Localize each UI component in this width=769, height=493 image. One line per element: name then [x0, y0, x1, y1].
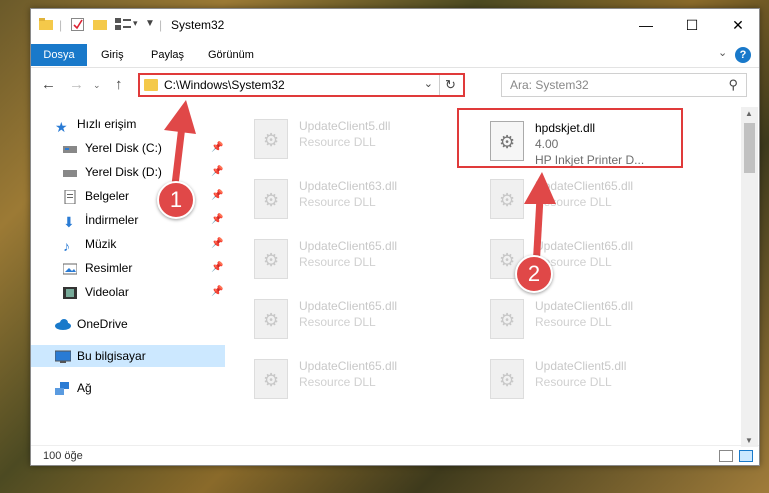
cloud-icon: [55, 317, 71, 331]
folder-icon: [39, 18, 53, 33]
tiles-view-icon[interactable]: [739, 450, 753, 462]
file-item[interactable]: UpdateClient65.dll Resource DLL: [226, 293, 446, 343]
dll-file-icon: [254, 239, 288, 279]
sidebar-item-music[interactable]: ♪ Müzik 📌: [31, 233, 225, 255]
ribbon-tabs: Dosya Giriş Paylaş Görünüm ⌄ ?: [31, 41, 759, 68]
explorer-window: | ▾ ▼ | System32 — ☐ ✕ Dosya Giriş Payla…: [30, 8, 760, 466]
minimize-button[interactable]: —: [623, 9, 669, 41]
scroll-down-icon[interactable]: ▼: [745, 436, 753, 445]
maximize-button[interactable]: ☐: [669, 9, 715, 41]
file-item[interactable]: UpdateClient65.dll Resource DLL: [226, 233, 446, 283]
highlight-box: [457, 108, 683, 168]
customize-qa-icon[interactable]: ▼: [145, 18, 155, 29]
expand-ribbon-icon[interactable]: ⌄: [718, 46, 727, 59]
chevron-down-icon[interactable]: ⌄: [424, 77, 433, 90]
details-view-icon[interactable]: [719, 450, 733, 462]
file-item[interactable]: UpdateClient63.dll Resource DLL: [226, 173, 446, 223]
view-icon[interactable]: [115, 18, 131, 33]
separator: |: [159, 18, 163, 32]
up-arrow-icon[interactable]: ↑: [115, 76, 123, 93]
search-placeholder: Ara: System32: [510, 78, 589, 92]
recent-locations-icon[interactable]: ⌄: [93, 80, 101, 91]
tab-file[interactable]: Dosya: [31, 44, 87, 66]
pictures-icon: [62, 261, 78, 275]
file-item[interactable]: UpdateClient5.dll Resource DLL: [226, 113, 446, 163]
file-item[interactable]: UpdateClient65.dll Resource DLL: [462, 233, 682, 283]
dll-file-icon: [490, 359, 524, 399]
network-icon: [55, 381, 69, 395]
file-item[interactable]: UpdateClient65.dll Resource DLL: [226, 353, 446, 403]
pin-icon[interactable]: 📌: [211, 257, 223, 279]
sidebar-item-pictures[interactable]: Resimler 📌: [31, 257, 225, 279]
new-folder-icon[interactable]: [93, 18, 107, 33]
annotation-badge-1: 1: [157, 181, 195, 219]
status-bar: 100 öğe: [31, 445, 759, 467]
dll-file-icon: [254, 179, 288, 219]
search-input[interactable]: Ara: System32 ⚲: [501, 73, 747, 97]
sidebar-item-onedrive[interactable]: OneDrive: [31, 313, 225, 335]
videos-icon: [63, 285, 77, 299]
vertical-scrollbar[interactable]: ▲ ▼: [741, 107, 758, 447]
properties-icon[interactable]: [71, 18, 84, 34]
tab-share[interactable]: Paylaş: [139, 44, 196, 66]
scroll-up-icon[interactable]: ▲: [745, 109, 753, 118]
dll-file-icon: [254, 299, 288, 339]
separator: |: [59, 18, 63, 32]
chevron-down-icon[interactable]: ▾: [133, 18, 138, 29]
refresh-button[interactable]: ↻: [439, 75, 461, 95]
item-count: 100 öğe: [43, 450, 83, 462]
download-icon: ⬇: [63, 214, 75, 230]
file-item[interactable]: UpdateClient65.dll Resource DLL: [462, 293, 682, 343]
star-icon: ★: [55, 119, 68, 135]
back-arrow-icon[interactable]: ←: [41, 76, 56, 93]
file-item[interactable]: UpdateClient5.dll Resource DLL: [462, 353, 682, 403]
scroll-thumb[interactable]: [744, 123, 755, 173]
file-item[interactable]: UpdateClient65.dll Resource DLL: [462, 173, 682, 223]
tab-home[interactable]: Giriş: [89, 44, 136, 66]
navigation-bar: ← → ⌄ ↑ C:\Windows\System32 ⌄ ↻ Ara: Sys…: [31, 69, 759, 103]
sidebar-item-network[interactable]: Ağ: [31, 377, 225, 399]
annotation-badge-2: 2: [515, 255, 553, 293]
computer-icon: [54, 349, 72, 363]
tab-view[interactable]: Görünüm: [196, 44, 266, 66]
help-button[interactable]: ?: [735, 47, 751, 63]
dll-file-icon: [490, 299, 524, 339]
drive-icon: [63, 165, 77, 179]
search-icon: ⚲: [728, 77, 738, 92]
music-icon: ♪: [63, 238, 70, 254]
title-bar: | ▾ ▼ | System32 — ☐ ✕: [31, 9, 759, 41]
documents-icon: [63, 189, 77, 205]
drive-icon: [63, 141, 77, 155]
forward-arrow-icon[interactable]: →: [69, 76, 84, 93]
sidebar-item-this-pc[interactable]: Bu bilgisayar: [31, 345, 225, 367]
close-button[interactable]: ✕: [715, 9, 761, 41]
dll-file-icon: [254, 359, 288, 399]
pin-icon[interactable]: 📌: [211, 281, 223, 303]
pin-icon[interactable]: 📌: [211, 233, 223, 255]
dll-file-icon: [254, 119, 288, 159]
window-title: System32: [171, 18, 225, 32]
sidebar-item-videos[interactable]: Videolar 📌: [31, 281, 225, 303]
